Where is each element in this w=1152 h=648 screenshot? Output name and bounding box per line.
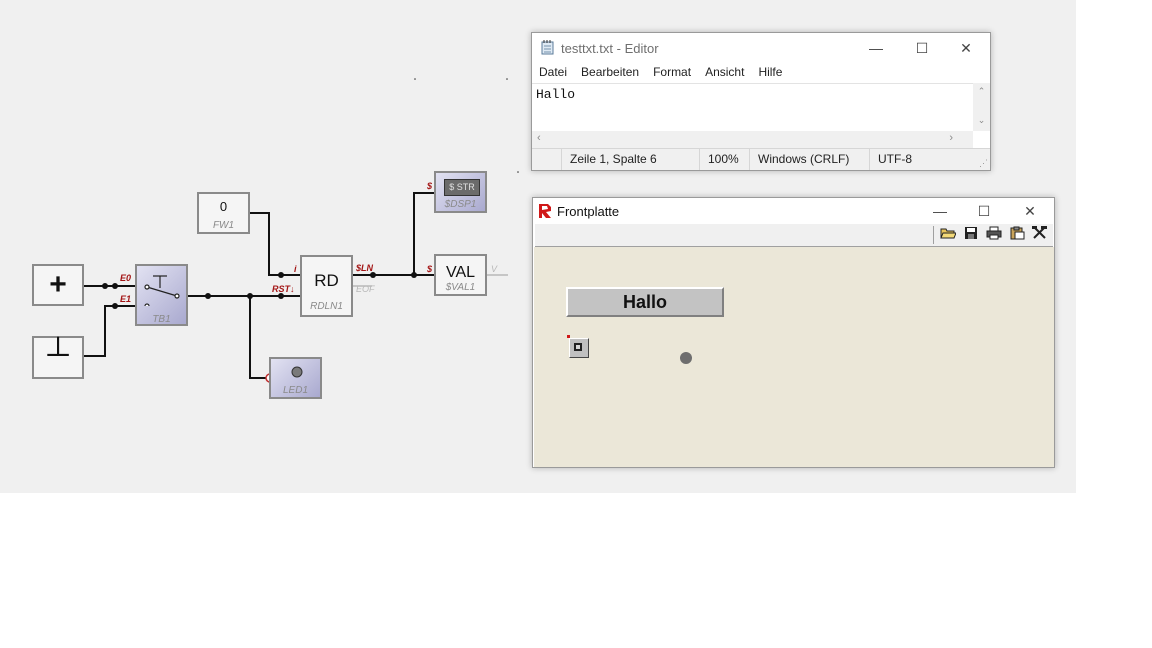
scroll-right-icon[interactable]: ›: [949, 132, 953, 144]
status-zoom: 100%: [699, 149, 748, 170]
wire-led: [249, 296, 266, 379]
app-logo-icon: [539, 204, 551, 218]
switch-icon: [144, 275, 180, 306]
pin-i: i: [294, 264, 297, 274]
junction-dot: [247, 293, 253, 299]
dsp-display: $ STR: [444, 179, 480, 196]
folder-open-icon[interactable]: [938, 226, 958, 244]
junction-dot: [411, 272, 417, 278]
dsp-block[interactable]: $ STR $DSP1: [434, 171, 487, 213]
scroll-up-icon[interactable]: ⌃: [973, 86, 990, 97]
scroll-left-icon[interactable]: ‹: [537, 132, 541, 144]
val-name: $VAL1: [445, 282, 476, 293]
rdln-name: RDLN1: [310, 301, 343, 312]
menu-bearbeiten[interactable]: Bearbeiten: [581, 65, 639, 79]
fw-name: FW1: [212, 220, 235, 231]
close-button[interactable]: ✕: [1008, 198, 1052, 224]
scroll-down-icon[interactable]: ⌄: [973, 115, 990, 126]
print-icon[interactable]: [984, 226, 1004, 244]
menu-format[interactable]: Format: [653, 65, 691, 79]
frontplatte-titlebar[interactable]: Frontplatte — ☐ ✕: [533, 198, 1054, 224]
menu-ansicht[interactable]: Ansicht: [705, 65, 744, 79]
maximize-button[interactable]: ☐: [900, 33, 944, 63]
clipboard-icon[interactable]: [1007, 226, 1027, 244]
pushbutton-icon: [574, 343, 582, 351]
status-line-ending: Windows (CRLF): [749, 149, 858, 170]
junction-dot: [112, 283, 118, 289]
dsp-name: $DSP1: [444, 199, 477, 210]
notepad-icon: [541, 40, 554, 55]
junction-dot: [205, 293, 211, 299]
resize-grip-icon[interactable]: ⋰: [979, 158, 988, 169]
close-button[interactable]: ✕: [944, 33, 988, 63]
led-indicator: [680, 352, 692, 364]
switch-block[interactable]: TB1: [135, 264, 188, 326]
plus-label: +: [49, 268, 67, 301]
pin-rst: RST↓: [272, 284, 295, 294]
menu-datei[interactable]: Datei: [539, 65, 567, 79]
menu-hilfe[interactable]: Hilfe: [758, 65, 782, 79]
toolbar-separator: [933, 226, 934, 244]
val-label: VAL: [445, 264, 476, 281]
save-icon[interactable]: [961, 226, 981, 244]
editor-statusbar: Zeile 1, Spalte 6 100% Windows (CRLF) UT…: [532, 148, 990, 170]
ground-label: ┴: [47, 338, 69, 371]
wire-dsp: [413, 192, 436, 275]
wire-e1: [83, 305, 137, 357]
editor-titlebar[interactable]: testtxt.txt - Editor — ☐ ✕: [532, 33, 990, 63]
editor-menubar: Datei Bearbeiten Format Ansicht Hilfe: [532, 65, 789, 83]
frontplatte-title: Frontplatte: [557, 204, 620, 219]
pin-e1: E1: [120, 294, 132, 304]
val-block[interactable]: VAL $VAL1: [434, 254, 487, 296]
string-display: Hallo: [566, 287, 724, 317]
minimize-button[interactable]: —: [854, 33, 898, 63]
vertical-scrollbar[interactable]: ⌃ ⌄: [973, 83, 990, 131]
editor-text-area[interactable]: Hallo: [532, 83, 973, 132]
minimize-button[interactable]: —: [918, 198, 962, 224]
plus-source-block[interactable]: +: [32, 264, 84, 306]
status-position: Zeile 1, Spalte 6: [561, 149, 690, 170]
editor-window[interactable]: testtxt.txt - Editor — ☐ ✕ Datei Bearbeit…: [531, 32, 991, 171]
led-name: LED1: [282, 385, 308, 396]
dsp-label: $ STR: [449, 182, 475, 192]
pin-sln: $LN: [356, 263, 374, 273]
led-block[interactable]: LED1: [269, 357, 322, 399]
pin-val-in: $: [427, 264, 433, 274]
fw-value: 0: [219, 199, 228, 214]
red-marker-icon: [567, 335, 570, 338]
tools-icon[interactable]: [1030, 226, 1050, 244]
editor-content[interactable]: Hallo: [536, 87, 575, 102]
maximize-button[interactable]: ☐: [962, 198, 1006, 224]
ground-source-block[interactable]: ┴: [32, 336, 84, 379]
pin-dsp-in: $: [427, 181, 433, 191]
fw-block[interactable]: 0 FW1: [197, 192, 250, 234]
pin-eof: EOF: [356, 284, 375, 294]
rdln-block[interactable]: RD RDLN1: [300, 255, 353, 317]
pin-e0: E0: [120, 273, 132, 283]
pushbutton-control[interactable]: [569, 338, 589, 358]
junction-dot: [278, 272, 284, 278]
editor-title: testtxt.txt - Editor: [561, 41, 659, 56]
status-encoding: UTF-8: [869, 149, 958, 170]
pin-val-out: V: [491, 264, 498, 274]
junction-dot: [112, 303, 118, 309]
display-text: Hallo: [622, 292, 667, 312]
frontplatte-panel[interactable]: Hallo: [534, 247, 1054, 467]
horizontal-scrollbar[interactable]: ‹ ›: [532, 131, 973, 148]
switch-name: TB1: [152, 314, 171, 325]
rdln-label: RD: [314, 271, 339, 290]
led-icon: [291, 366, 303, 378]
junction-dot: [102, 283, 108, 289]
